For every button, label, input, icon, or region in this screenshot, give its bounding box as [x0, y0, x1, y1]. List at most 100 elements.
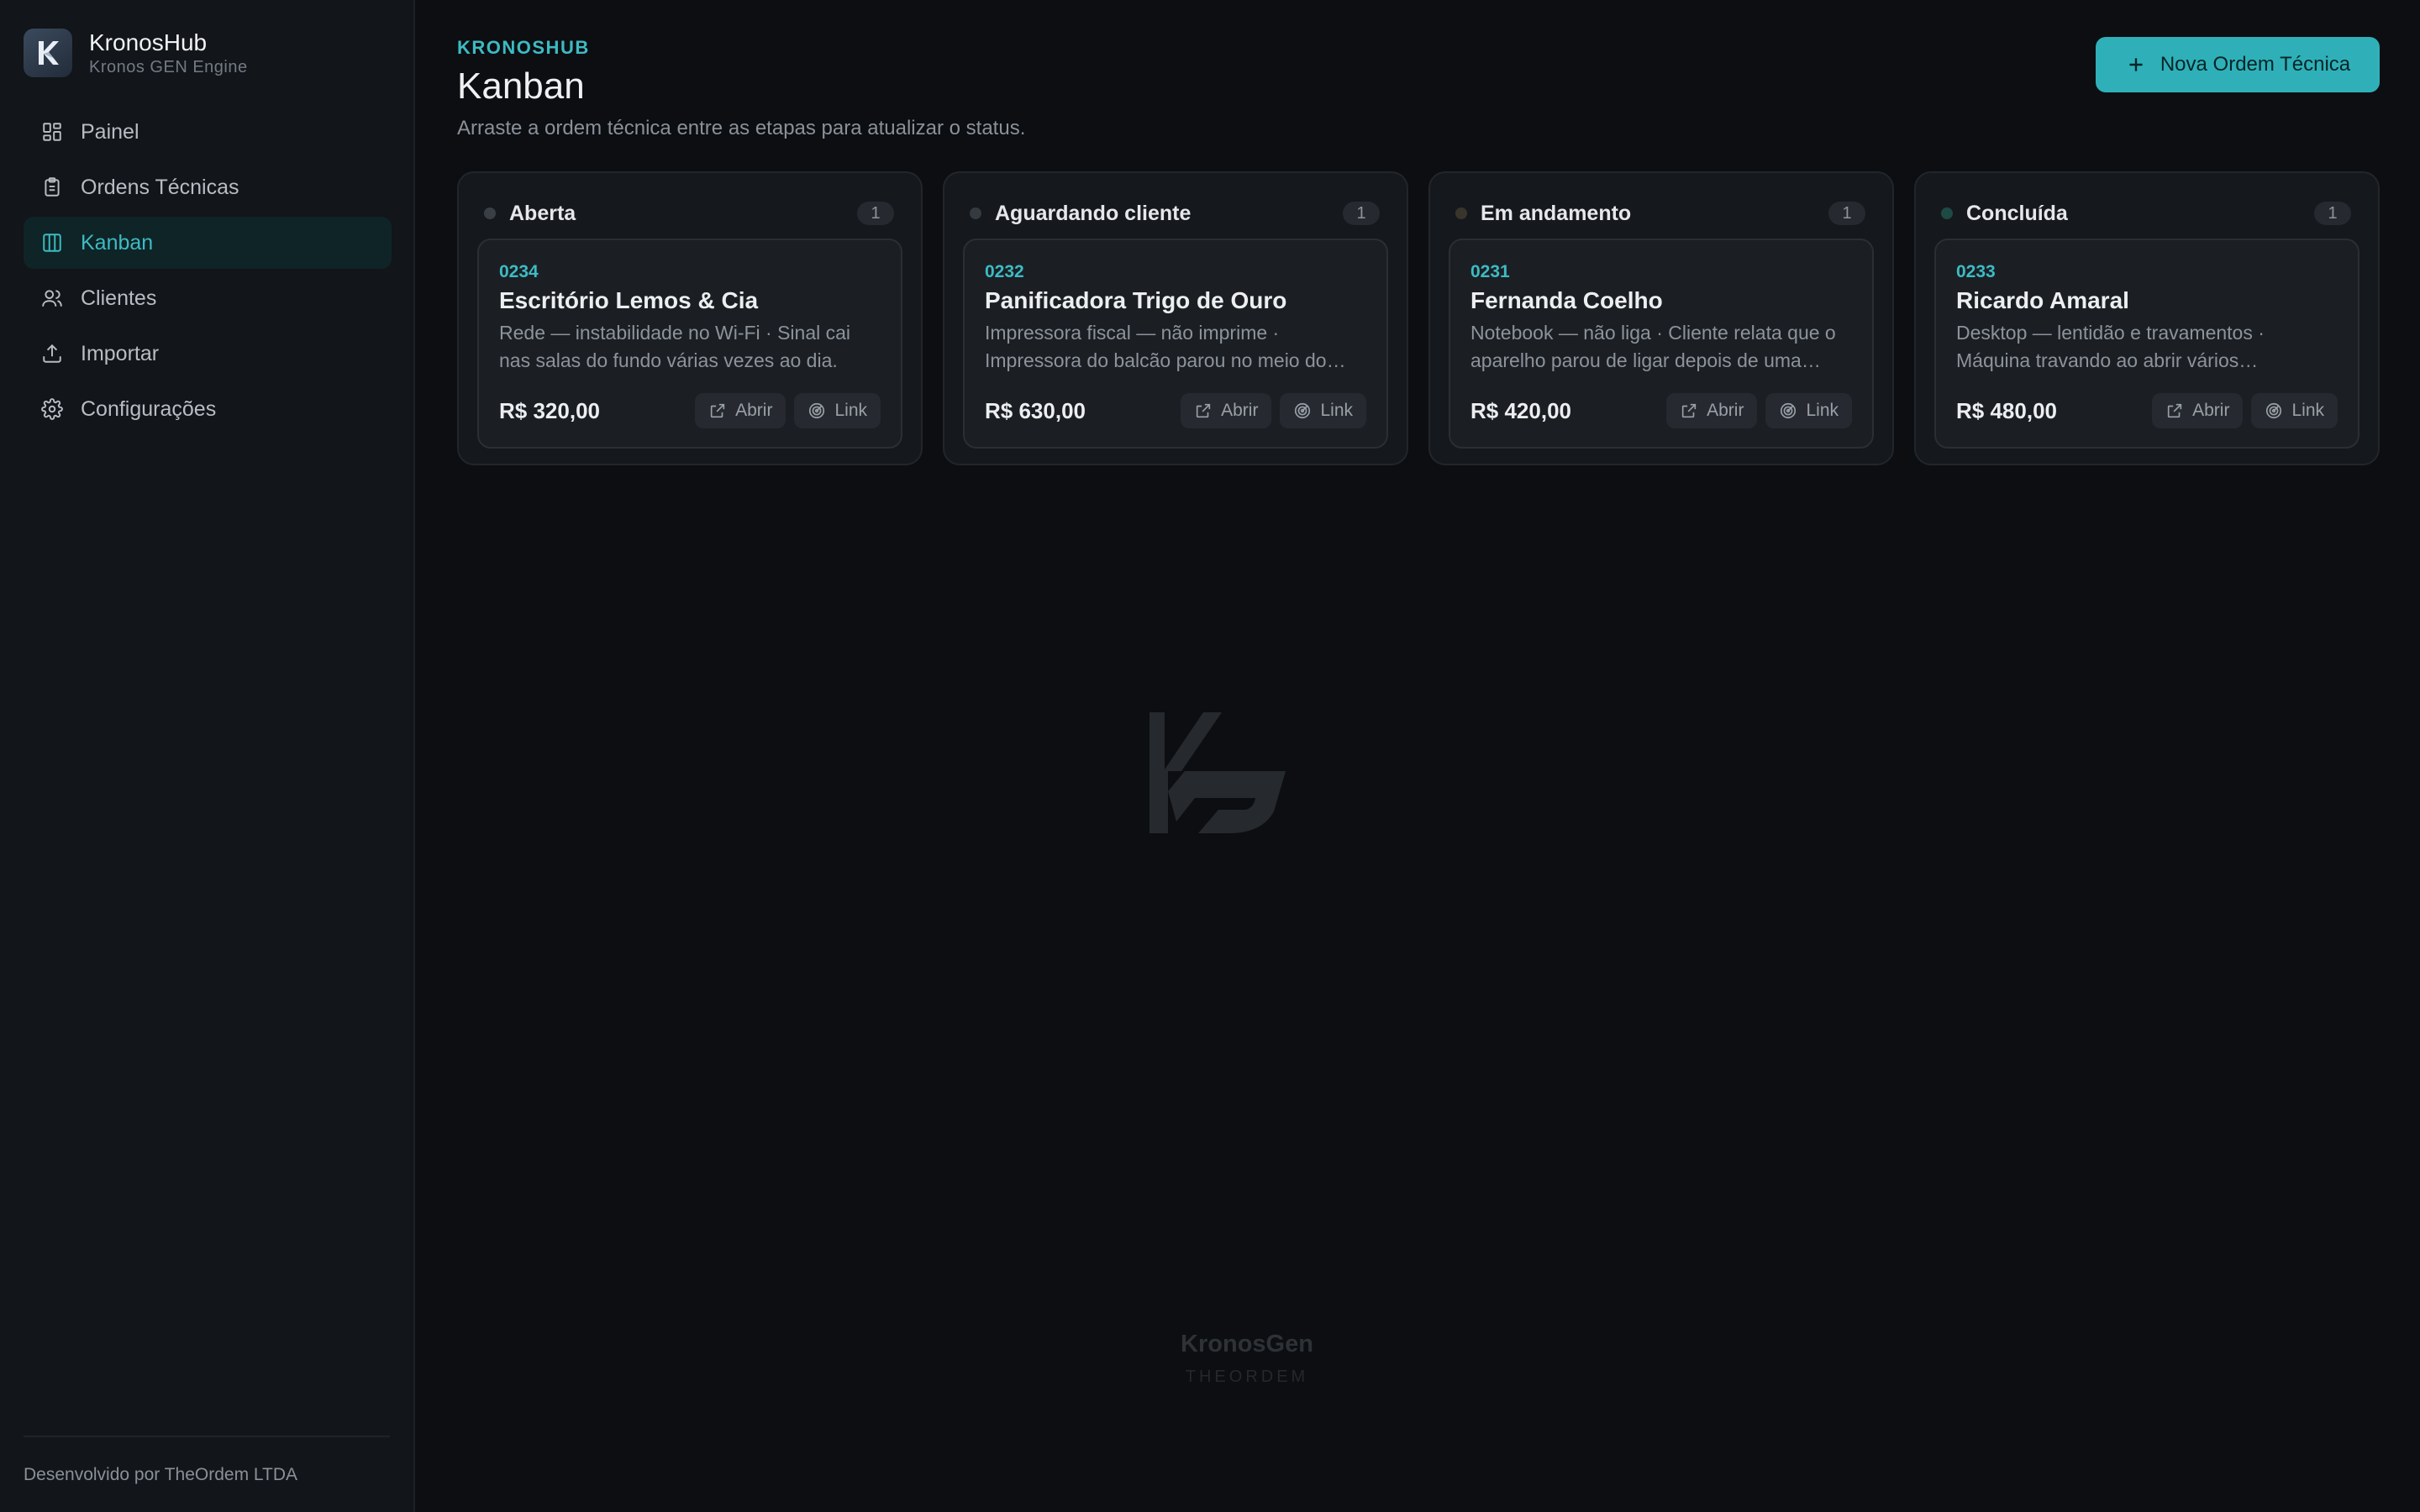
external-link-icon [708, 402, 727, 420]
radar-icon [1293, 402, 1312, 420]
open-label: Abrir [2192, 401, 2230, 420]
order-description: Desktop — lentidão e travamentos · Máqui… [1956, 322, 2265, 371]
order-card[interactable]: 0233 Ricardo Amaral Desktop — lentidão e… [1934, 239, 2360, 449]
radar-icon [1779, 402, 1797, 420]
status-dot [1941, 207, 1953, 219]
status-dot [484, 207, 496, 219]
sidebar-item-label: Importar [81, 341, 160, 365]
external-link-icon [1194, 402, 1213, 420]
copy-link-button[interactable]: Link [794, 393, 881, 428]
order-card[interactable]: 0232 Panificadora Trigo de Ouro Impresso… [963, 239, 1388, 449]
external-link-icon [1680, 402, 1698, 420]
dashboard-icon [40, 120, 64, 144]
kanban-column-concluida[interactable]: Concluída 1 0233 Ricardo Amaral Desktop … [1914, 171, 2380, 465]
order-description: Rede — instabilidade no Wi-Fi · Sinal ca… [499, 322, 851, 371]
app-engine: Kronos GEN Engine [89, 58, 248, 76]
order-client: Panificadora Trigo de Ouro [985, 287, 1287, 313]
order-client: Escritório Lemos & Cia [499, 287, 759, 313]
sidebar-item-label: Painel [81, 119, 139, 144]
new-order-label: Nova Ordem Técnica [2160, 53, 2351, 76]
copy-link-button[interactable]: Link [1280, 393, 1366, 428]
order-card[interactable]: 0231 Fernanda Coelho Notebook — não liga… [1449, 239, 1874, 449]
order-client: Ricardo Amaral [1956, 287, 2129, 313]
users-icon [40, 286, 64, 310]
order-id: 0233 [1956, 262, 1996, 281]
open-order-button[interactable]: Abrir [695, 393, 786, 428]
sidebar-nav: Painel Ordens Técnicas Kanban Clientes I… [24, 106, 392, 438]
order-price: R$ 420,00 [1470, 398, 1571, 423]
column-title: Em andamento [1481, 201, 1632, 225]
kanban-board: Aberta 1 0234 Escritório Lemos & Cia Red… [457, 171, 2380, 465]
sidebar-item-label: Configurações [81, 396, 217, 421]
order-card[interactable]: 0234 Escritório Lemos & Cia Rede — insta… [477, 239, 902, 449]
order-client: Fernanda Coelho [1470, 287, 1663, 313]
sidebar-divider [24, 1436, 390, 1437]
column-title: Concluída [1966, 201, 2068, 225]
open-order-button[interactable]: Abrir [1666, 393, 1758, 428]
status-dot [1455, 207, 1467, 219]
sidebar-item-configuracoes[interactable]: Configurações [24, 383, 392, 435]
column-count-badge: 1 [1343, 202, 1380, 225]
column-header: Aberta 1 [484, 197, 894, 230]
order-id: 0234 [499, 262, 539, 281]
order-description: Impressora fiscal — não imprime · Impres… [985, 322, 1327, 371]
sidebar-item-kanban[interactable]: Kanban [24, 217, 392, 269]
open-label: Abrir [735, 401, 773, 420]
main-content: KRONOSHUB Kanban Arraste a ordem técnica… [457, 0, 2420, 1512]
sidebar: KronosHub Kronos GEN Engine Painel Orden… [0, 0, 415, 1512]
watermark-brand: KronosGen [1181, 1331, 1313, 1357]
sidebar-footer: Desenvolvido por TheOrdem LTDA [24, 1465, 298, 1484]
order-id: 0232 [985, 262, 1024, 281]
column-header: Aguardando cliente 1 [970, 197, 1380, 230]
column-header: Concluída 1 [1941, 197, 2351, 230]
column-count-badge: 1 [2314, 202, 2351, 225]
copy-link-button[interactable]: Link [2251, 393, 2338, 428]
order-price: R$ 480,00 [1956, 398, 2057, 423]
status-dot [970, 207, 981, 219]
app-logo [24, 29, 72, 77]
upload-icon [40, 342, 64, 365]
sidebar-item-painel[interactable]: Painel [24, 106, 392, 158]
page-title: Kanban [457, 66, 585, 107]
kanban-column-aberta[interactable]: Aberta 1 0234 Escritório Lemos & Cia Red… [457, 171, 923, 465]
link-label: Link [1806, 401, 1839, 420]
page-subtitle: Arraste a ordem técnica entre as etapas … [457, 117, 1026, 139]
sidebar-item-clientes[interactable]: Clientes [24, 272, 392, 324]
sidebar-item-label: Ordens Técnicas [81, 175, 239, 199]
sidebar-item-label: Kanban [81, 230, 154, 255]
radar-icon [808, 402, 826, 420]
order-description: Notebook — não liga · Cliente relata que… [1470, 322, 1836, 371]
column-count-badge: 1 [1828, 202, 1865, 225]
column-header: Em andamento 1 [1455, 197, 1865, 230]
open-label: Abrir [1707, 401, 1744, 420]
plus-icon [2125, 54, 2147, 76]
order-id: 0231 [1470, 262, 1510, 281]
gear-icon [40, 397, 64, 421]
column-title: Aberta [509, 201, 576, 225]
page-eyebrow: KRONOSHUB [457, 37, 590, 58]
order-price: R$ 320,00 [499, 398, 600, 423]
sidebar-item-ordens-tecnicas[interactable]: Ordens Técnicas [24, 161, 392, 213]
kanban-icon [40, 231, 64, 255]
open-order-button[interactable]: Abrir [1181, 393, 1272, 428]
brand[interactable]: KronosHub Kronos GEN Engine [24, 29, 248, 77]
sidebar-item-label: Clientes [81, 286, 157, 310]
open-label: Abrir [1221, 401, 1259, 420]
order-price: R$ 630,00 [985, 398, 1086, 423]
kanban-column-em-andamento[interactable]: Em andamento 1 0231 Fernanda Coelho Note… [1428, 171, 1894, 465]
open-order-button[interactable]: Abrir [2152, 393, 2244, 428]
kanban-column-aguardando-cliente[interactable]: Aguardando cliente 1 0232 Panificadora T… [943, 171, 1408, 465]
link-label: Link [2291, 401, 2324, 420]
link-label: Link [1320, 401, 1353, 420]
watermark-logo-icon [1148, 711, 1291, 839]
radar-icon [2265, 402, 2283, 420]
new-order-button[interactable]: Nova Ordem Técnica [2096, 37, 2380, 92]
copy-link-button[interactable]: Link [1765, 393, 1852, 428]
external-link-icon [2165, 402, 2184, 420]
column-title: Aguardando cliente [995, 201, 1192, 225]
app-name: KronosHub [89, 29, 208, 55]
clipboard-icon [40, 176, 64, 199]
column-count-badge: 1 [857, 202, 894, 225]
sidebar-item-importar[interactable]: Importar [24, 328, 392, 380]
link-label: Link [834, 401, 867, 420]
